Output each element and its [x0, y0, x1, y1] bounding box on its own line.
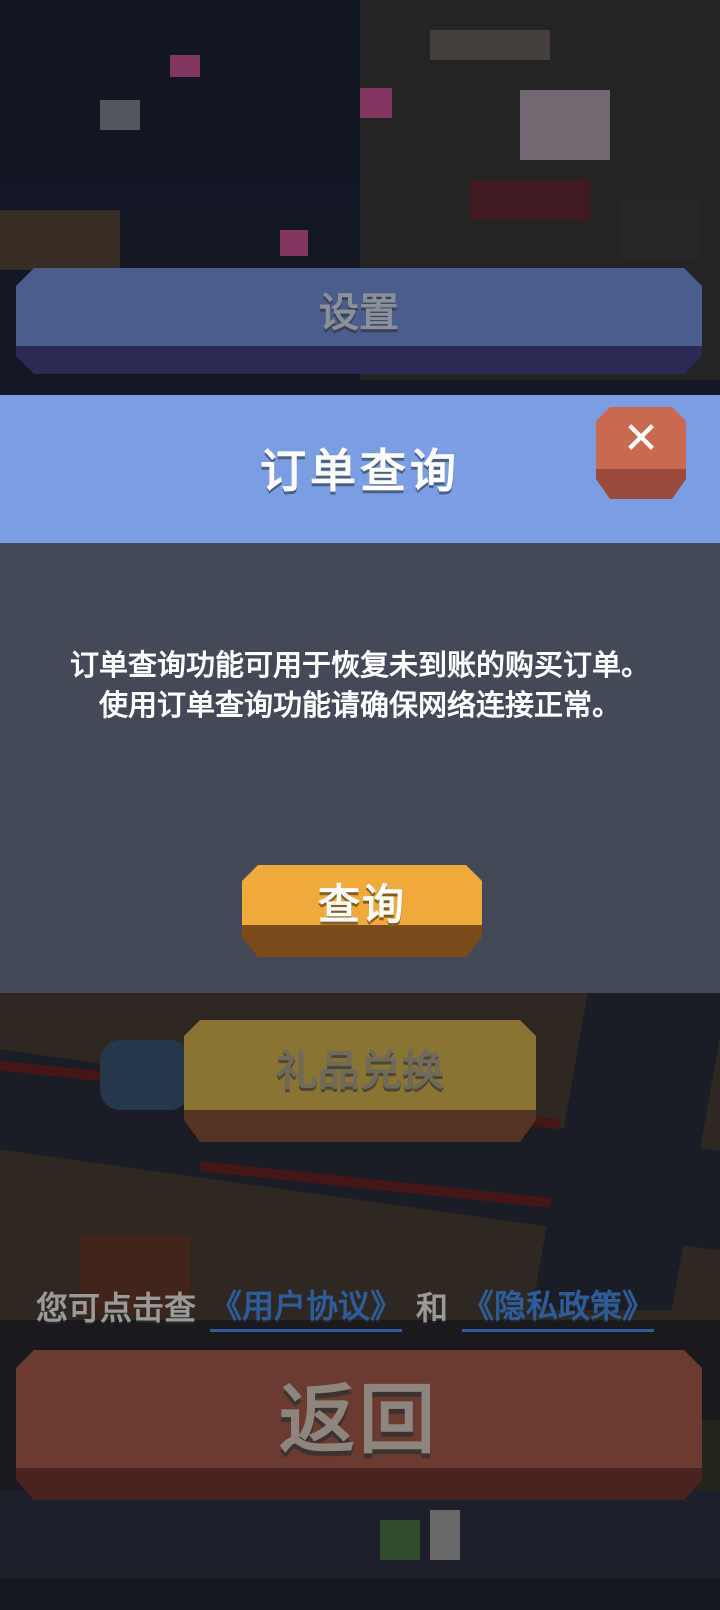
gift-exchange-button[interactable]: 礼品兑换 — [184, 1020, 536, 1142]
settings-button[interactable]: 设置 — [16, 268, 702, 374]
close-button[interactable]: ✕ — [596, 407, 686, 499]
user-agreement-link[interactable]: 《用户协议》 — [210, 1281, 403, 1332]
bottom-bar — [0, 1578, 720, 1610]
agreement-prefix: 您可点击查 — [36, 1289, 197, 1327]
back-button-label: 返回 — [279, 1375, 439, 1464]
agreement-conjunction: 和 — [416, 1289, 449, 1327]
dialog-message: 订单查询功能可用于恢复未到账的购买订单。 使用订单查询功能请确保网络连接正常。 — [20, 645, 700, 725]
dialog-header: 订单查询 ✕ — [0, 395, 720, 543]
agreement-line: 您可点击查 《用户协议》 和 《隐私政策》 — [36, 1281, 706, 1332]
query-button-label: 查询 — [317, 880, 406, 929]
dialog-message-line-2: 使用订单查询功能请确保网络连接正常。 — [98, 688, 621, 722]
privacy-policy-link[interactable]: 《隐私政策》 — [462, 1281, 655, 1332]
dialog-message-line-1: 订单查询功能可用于恢复未到账的购买订单。 — [69, 648, 650, 682]
query-button[interactable]: 查询 — [242, 865, 482, 957]
settings-button-label: 设置 — [319, 290, 399, 336]
order-query-dialog: 订单查询 ✕ 订单查询功能可用于恢复未到账的购买订单。 使用订单查询功能请确保网… — [0, 395, 720, 993]
back-button[interactable]: 返回 — [16, 1350, 702, 1500]
close-icon: ✕ — [622, 413, 660, 464]
gift-exchange-button-label: 礼品兑换 — [275, 1045, 444, 1095]
